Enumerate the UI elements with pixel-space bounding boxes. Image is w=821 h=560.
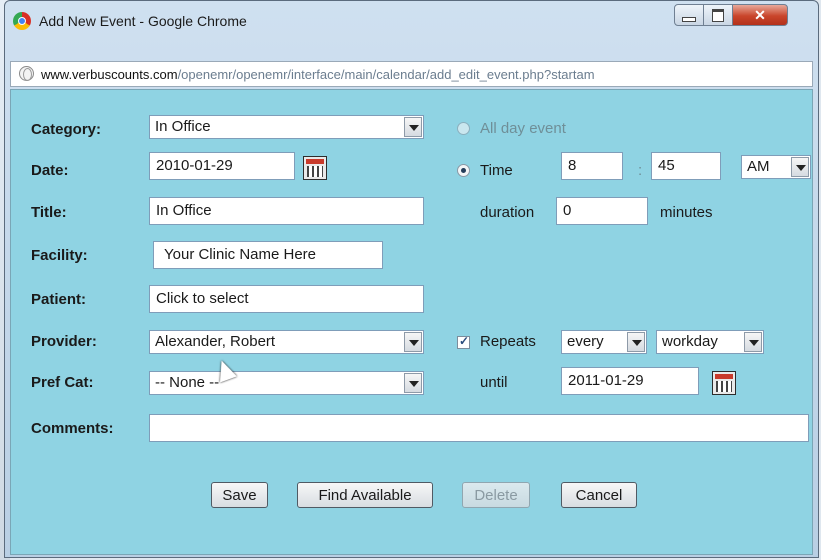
repeat-every-select[interactable]: every [561, 330, 647, 354]
chrome-popup-window: Add New Event - Google Chrome ✕ www.verb… [4, 0, 819, 558]
cancel-button[interactable]: Cancel [561, 482, 637, 508]
chrome-logo-icon [13, 12, 31, 30]
repeats-checkbox[interactable] [457, 334, 470, 349]
ampm-select[interactable]: AM [741, 155, 811, 179]
date-field[interactable]: 2010-01-29 [149, 152, 295, 180]
find-available-button[interactable]: Find Available [297, 482, 433, 508]
pref-cat-select[interactable]: -- None -- [149, 371, 424, 395]
facility-label: Facility: [31, 247, 88, 264]
url-text: www.verbuscounts.com/openemr/openemr/int… [41, 67, 809, 82]
title-field[interactable]: In Office [149, 197, 424, 225]
repeats-label: Repeats [480, 333, 536, 350]
globe-icon [19, 66, 34, 81]
chevron-down-icon [627, 332, 645, 352]
repeat-unit-select[interactable]: workday [656, 330, 764, 354]
comments-label: Comments: [31, 420, 114, 437]
minute-field[interactable]: 45 [651, 152, 721, 180]
pref-cat-label: Pref Cat: [31, 374, 94, 391]
all-day-label: All day event [480, 120, 566, 137]
event-form: Category: In Office All day event Date: … [10, 89, 813, 555]
repeat-every-value: every [567, 333, 604, 350]
category-label: Category: [31, 121, 102, 138]
category-value: In Office [155, 118, 211, 135]
provider-label: Provider: [31, 333, 97, 350]
delete-button[interactable]: Delete [462, 482, 530, 508]
facility-field[interactable]: Your Clinic Name Here [153, 241, 383, 269]
minutes-label: minutes [660, 204, 713, 221]
minimize-icon [682, 16, 696, 22]
chevron-down-icon [744, 332, 762, 352]
time-radio[interactable] [457, 164, 470, 177]
category-select[interactable]: In Office [149, 115, 424, 139]
ampm-value: AM [747, 158, 770, 175]
until-date-field[interactable]: 2011-01-29 [561, 367, 699, 395]
close-icon: ✕ [754, 6, 766, 23]
all-day-radio[interactable] [457, 122, 470, 135]
close-button[interactable]: ✕ [732, 4, 788, 26]
chevron-down-icon [404, 373, 422, 393]
duration-field[interactable]: 0 [556, 197, 648, 225]
patient-field[interactable]: Click to select [149, 285, 424, 313]
time-separator: : [638, 162, 643, 179]
url-host: www.verbuscounts.com [41, 67, 178, 82]
minimize-button[interactable] [674, 4, 704, 26]
calendar-icon[interactable] [303, 156, 327, 180]
hour-field[interactable]: 8 [561, 152, 623, 180]
chevron-down-icon [791, 157, 809, 177]
pref-cat-value: -- None -- [155, 374, 220, 391]
title-bar[interactable]: Add New Event - Google Chrome ✕ [5, 1, 818, 41]
address-bar[interactable]: www.verbuscounts.com/openemr/openemr/int… [10, 61, 813, 87]
duration-label: duration [480, 204, 535, 221]
comments-field[interactable] [149, 414, 809, 442]
provider-select[interactable]: Alexander, Robert [149, 330, 424, 354]
window-title: Add New Event - Google Chrome [39, 13, 247, 29]
chevron-down-icon [404, 332, 422, 352]
patient-label: Patient: [31, 291, 87, 308]
save-button[interactable]: Save [211, 482, 268, 508]
maximize-icon [712, 8, 724, 22]
until-label: until [480, 374, 508, 391]
chevron-down-icon [404, 117, 422, 137]
url-path: /openemr/openemr/interface/main/calendar… [177, 67, 595, 82]
maximize-button[interactable] [703, 4, 733, 26]
calendar-icon[interactable] [712, 371, 736, 395]
title-label: Title: [31, 204, 67, 221]
repeat-unit-value: workday [662, 333, 718, 350]
provider-value: Alexander, Robert [155, 333, 276, 350]
time-label: Time [480, 162, 513, 179]
date-label: Date: [31, 162, 69, 179]
